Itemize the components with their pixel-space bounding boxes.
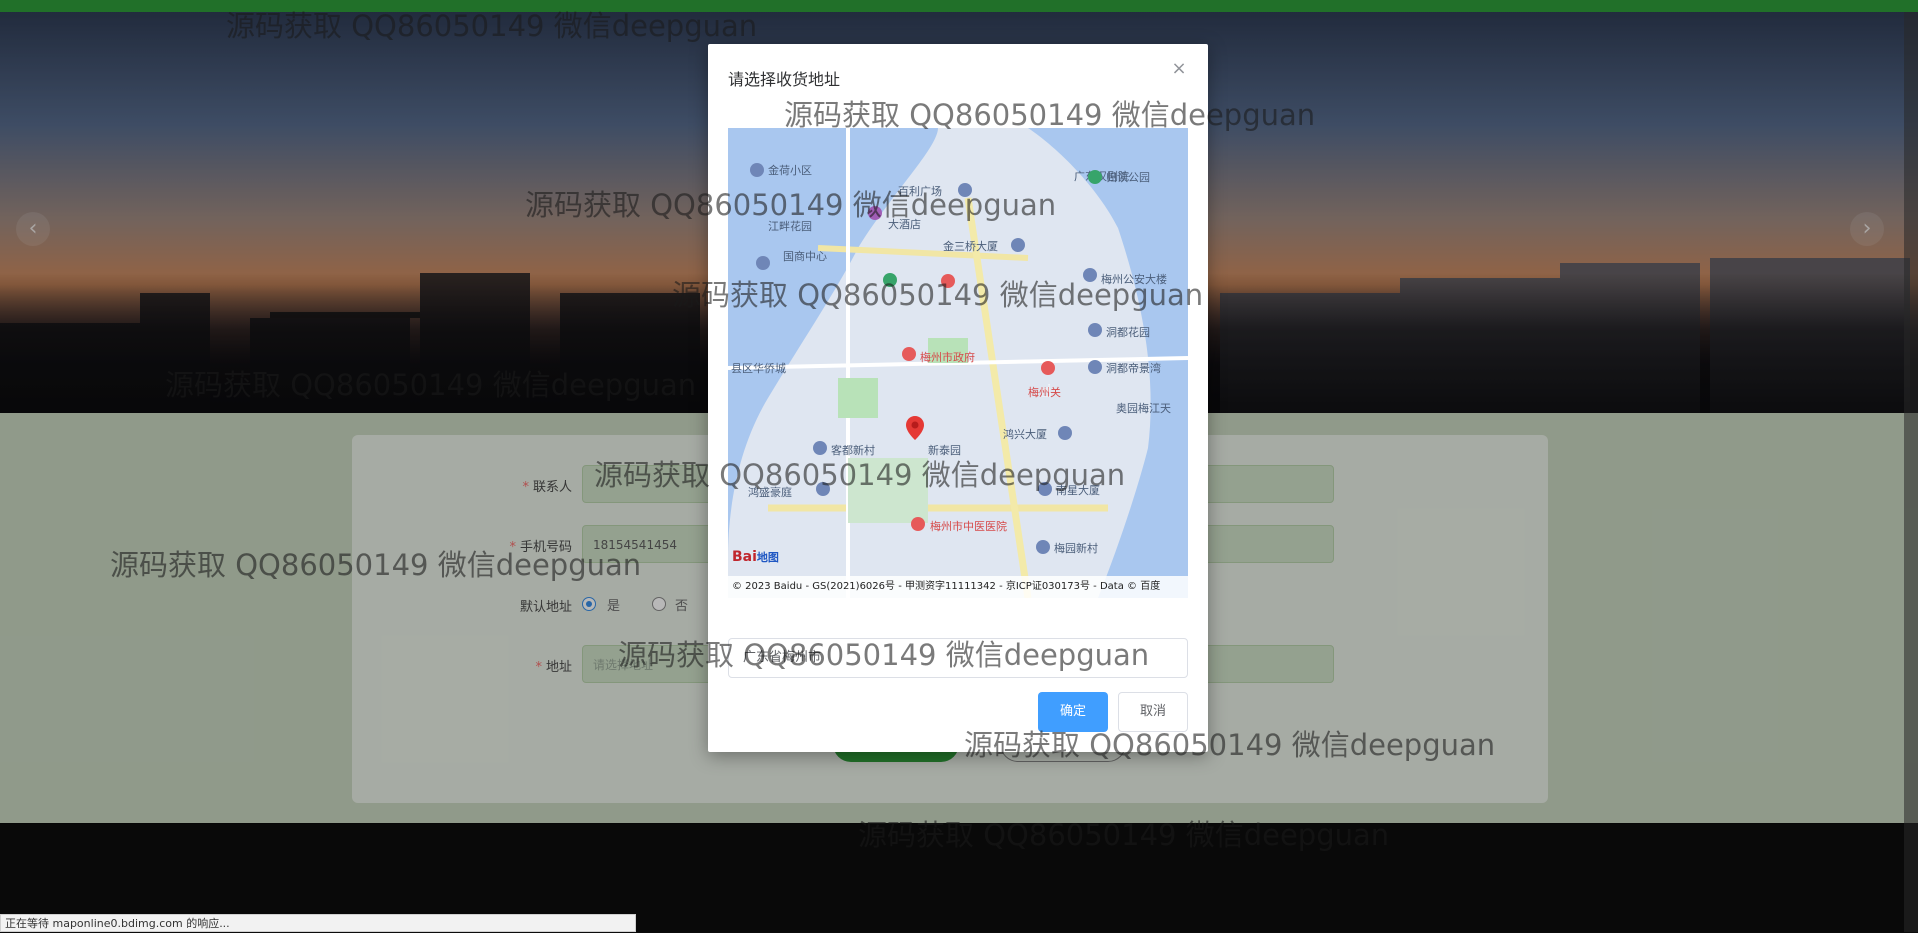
poi-dot[interactable] [941,274,955,288]
map-label: 江畔花园 [768,220,812,233]
close-icon[interactable]: × [1170,60,1188,78]
poi-dot[interactable] [756,256,770,270]
map-label: 梅州市中医医院 [930,520,1007,533]
poi-dot[interactable] [1088,323,1102,337]
map-label: 客都新村 [831,444,875,457]
poi-dot[interactable] [1038,482,1052,496]
map-label: 国商中心 [783,250,827,263]
map-label: 梅州市政府 [920,351,975,364]
map-label: 洞都帝景湾 [1106,362,1161,375]
poi-dot[interactable] [958,183,972,197]
map-label: 归读公园 [1106,171,1150,184]
map-label: 奥园梅江天 [1116,402,1171,415]
baidu-logo-text: Bai [732,549,757,565]
map-label: 金三桥大厦 [943,240,998,253]
poi-dot[interactable] [902,347,916,361]
poi-dot[interactable] [813,441,827,455]
map-label: 大酒店 [888,218,921,231]
map-label: 金荷小区 [768,164,812,177]
poi-dot[interactable] [750,163,764,177]
selected-address-input[interactable]: 广东省梅州市 [728,638,1188,678]
poi-dot[interactable] [883,273,897,287]
green-area [838,378,878,418]
poi-dot[interactable] [1088,170,1102,184]
browser-status-bar: 正在等待 maponline0.bdimg.com 的响应... [0,914,636,932]
map-label: 鸿兴大厦 [1003,428,1047,441]
map-label: 洞都花园 [1106,326,1150,339]
map-label: 新泰园 [928,444,961,457]
map-label: 南星大厦 [1056,484,1100,497]
poi-dot[interactable] [1088,360,1102,374]
baidu-logo-suffix: 地图 [756,551,779,564]
poi-dot[interactable] [1011,238,1025,252]
green-area [848,458,928,523]
confirm-button[interactable]: 确定 [1038,692,1108,732]
cancel-button[interactable]: 取消 [1118,692,1188,732]
poi-dot[interactable] [1083,268,1097,282]
map-label: 梅州公安大楼 [1101,273,1167,286]
scrollbar[interactable] [1904,12,1918,932]
address-dialog: 请选择收货地址 × 金荷小区 百利广场 江畔花园 大酒店 金三桥大厦 国商中心 [708,44,1208,752]
dialog-title: 请选择收货地址 [728,70,841,89]
location-marker-icon [906,416,924,440]
map-label: 鸿盛豪庭 [748,486,792,499]
poi-dot[interactable] [816,482,830,496]
map-label: 百利广场 [898,185,942,198]
map-label: 梅园新村 [1054,542,1098,555]
map-copyright: © 2023 Baidu - GS(2021)6026号 - 甲测资字11111… [728,576,1188,598]
hand-cursor-icon: ☝ [1041,381,1052,402]
poi-dot[interactable] [911,517,925,531]
baidu-map[interactable]: 金荷小区 百利广场 江畔花园 大酒店 金三桥大厦 国商中心 梅州市政府 梅州公安… [728,128,1188,598]
poi-dot[interactable] [1036,540,1050,554]
map-label: 县区华侨城 [731,362,786,375]
poi-dot[interactable] [1041,361,1055,375]
baidu-logo: Bai地图 [732,549,779,565]
poi-dot[interactable] [868,206,882,220]
poi-dot[interactable] [1058,426,1072,440]
